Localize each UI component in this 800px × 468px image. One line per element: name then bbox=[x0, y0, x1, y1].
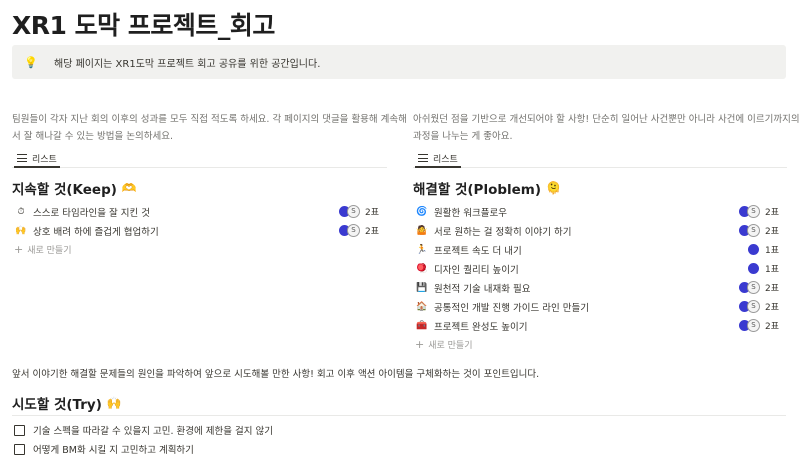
tab-list[interactable]: 리스트 bbox=[14, 150, 60, 168]
problem-column: 아쉬웠던 점을 기반으로 개선되어야 할 사항! 단순히 일어난 사건뿐만 아니… bbox=[413, 111, 800, 353]
raised-hands-icon: 🙌 bbox=[15, 225, 27, 236]
keep-view-tabs: 리스트 bbox=[12, 148, 387, 168]
list-item[interactable]: 🌀 원활한 워크플로우 S 2표 bbox=[413, 202, 787, 221]
list-item[interactable]: 🏃 프로젝트 속도 더 내기 1표 bbox=[413, 240, 787, 259]
vote-count: S 2표 bbox=[737, 205, 779, 218]
avatar bbox=[746, 262, 760, 275]
page-title: XR1 도막 프로젝트_회고 bbox=[12, 11, 275, 40]
avatar bbox=[746, 243, 760, 256]
avatar: S bbox=[746, 205, 760, 218]
list-icon bbox=[418, 154, 428, 162]
problem-description: 아쉬웠던 점을 기반으로 개선되어야 할 사항! 단순히 일어난 사건뿐만 아니… bbox=[413, 114, 800, 142]
floppy-disk-icon: 💾 bbox=[416, 282, 428, 293]
yoyo-icon: 🪀 bbox=[416, 263, 428, 274]
list-item[interactable]: 🧰 프로젝트 완성도 높이기 S 2표 bbox=[413, 316, 787, 335]
keep-description: 팀원들이 각자 지난 회의 이후의 성과를 모두 직접 적도록 하세요. 각 페… bbox=[12, 114, 407, 142]
vote-count: 1표 bbox=[746, 243, 779, 256]
list-item[interactable]: ⏱ 스스로 타임라인을 잘 지킨 것 S 2표 bbox=[12, 202, 387, 221]
avatar: S bbox=[746, 319, 760, 332]
vote-count: S 2표 bbox=[737, 281, 779, 294]
tab-list[interactable]: 리스트 bbox=[415, 150, 461, 168]
avatar: S bbox=[746, 281, 760, 294]
problem-view-tabs: 리스트 bbox=[413, 148, 787, 168]
list-item[interactable]: 🤷 서로 원하는 걸 정확히 이야기 하기 S 2표 bbox=[413, 221, 787, 240]
try-heading: 시도할 것(Try) 🙌 bbox=[12, 390, 786, 416]
raised-hands-icon: 🙌 bbox=[106, 395, 122, 410]
list-icon bbox=[17, 154, 27, 162]
toolbox-icon: 🧰 bbox=[416, 320, 428, 331]
callout-text: 해당 페이지는 XR1도막 프로젝트 회고 공유를 위한 공간입니다. bbox=[54, 58, 321, 70]
list-item[interactable]: 💾 원천적 기술 내재화 필요 S 2표 bbox=[413, 278, 787, 297]
plus-icon: + bbox=[14, 242, 24, 256]
new-item-button[interactable]: + 새로 만들기 bbox=[415, 335, 787, 353]
runner-icon: 🏃 bbox=[416, 244, 428, 255]
house-icon: 🏠 bbox=[416, 301, 428, 312]
stopwatch-icon: ⏱ bbox=[17, 206, 25, 217]
vote-count: S 2표 bbox=[337, 224, 379, 237]
list-item[interactable]: 🙌 상호 배려 하에 즐겁게 협업하기 S 2표 bbox=[12, 221, 387, 240]
lightbulb-icon: 💡 bbox=[24, 55, 38, 69]
shrug-icon: 🤷 bbox=[416, 225, 428, 236]
avatar: S bbox=[746, 300, 760, 313]
new-item-button[interactable]: + 새로 만들기 bbox=[14, 240, 387, 258]
vote-count: S 2표 bbox=[737, 319, 779, 332]
info-callout: 💡 해당 페이지는 XR1도막 프로젝트 회고 공유를 위한 공간입니다. bbox=[12, 45, 786, 79]
todo-item: 기술 스펙을 따라갈 수 있을지 고민. 환경에 제한을 걸지 않기 bbox=[14, 423, 273, 437]
avatar: S bbox=[346, 205, 360, 218]
vote-count: S 2표 bbox=[737, 300, 779, 313]
problem-board-title[interactable]: 해결할 것(Ploblem) 🫠 bbox=[413, 176, 787, 200]
list-item[interactable]: 🏠 공통적인 개발 진행 가이드 라인 만들기 S 2표 bbox=[413, 297, 787, 316]
vote-count: 1표 bbox=[746, 262, 779, 275]
list-item[interactable]: 🪀 디자인 퀄리티 높이기 1표 bbox=[413, 259, 787, 278]
checkbox[interactable] bbox=[14, 443, 25, 455]
keep-board-title[interactable]: 지속할 것(Keep) 🫶 bbox=[12, 176, 387, 200]
vote-count: S 2표 bbox=[737, 224, 779, 237]
keep-column: 팀원들이 각자 지난 회의 이후의 성과를 모두 직접 적도록 하세요. 각 페… bbox=[12, 111, 407, 258]
try-description: 앞서 이야기한 해결할 문제들의 원인을 파악하여 앞으로 시도해볼 만한 사항… bbox=[12, 369, 540, 380]
avatar: S bbox=[346, 224, 360, 237]
todo-item: 어떻게 BM화 시킬 지 고민하고 계획하기 bbox=[14, 442, 194, 456]
checkbox[interactable] bbox=[14, 424, 25, 436]
vote-count: S 2표 bbox=[337, 205, 379, 218]
heart-hands-icon: 🫶 bbox=[121, 181, 137, 195]
cyclone-icon: 🌀 bbox=[416, 206, 428, 217]
avatar: S bbox=[746, 224, 760, 237]
melting-face-icon: 🫠 bbox=[546, 181, 561, 195]
plus-icon: + bbox=[415, 337, 425, 351]
